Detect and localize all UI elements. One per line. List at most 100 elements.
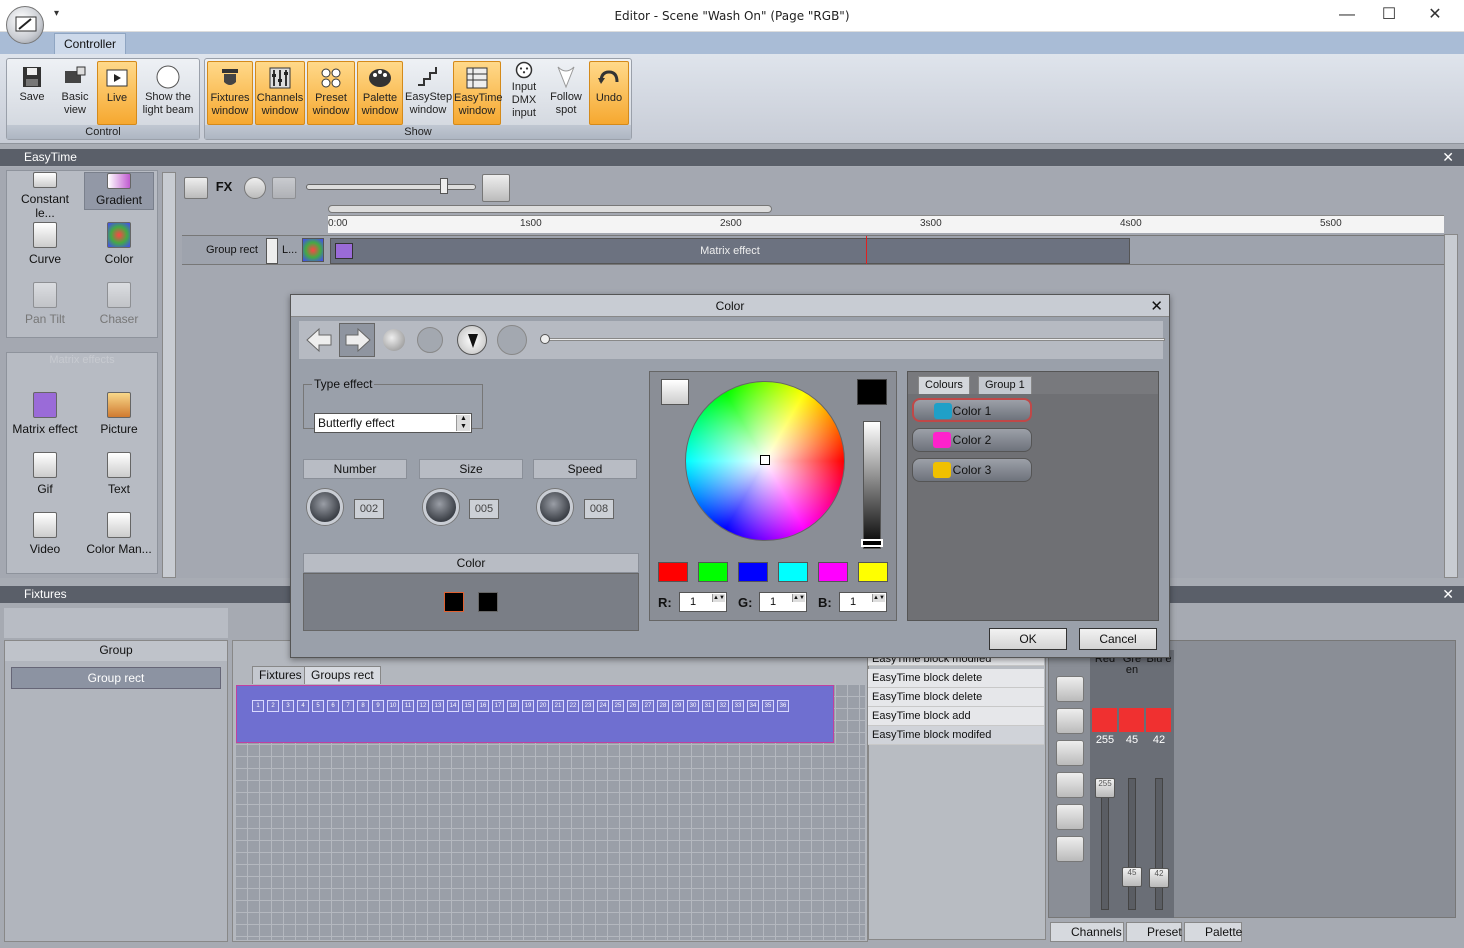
type-effect-select[interactable]: Butterfly effect ▲ ▼ <box>314 413 472 433</box>
tab-controller[interactable]: Controller <box>54 33 127 54</box>
fixture-cell[interactable]: 16 <box>477 700 489 712</box>
color-2-button[interactable]: Color 2 <box>912 428 1032 452</box>
fixtures-close-icon[interactable]: ✕ <box>1442 586 1454 603</box>
tab-channels[interactable]: Channels <box>1050 922 1124 942</box>
timeline-vscrollbar[interactable] <box>1444 234 1458 578</box>
brightness-slider[interactable] <box>863 421 881 549</box>
r-spinbox[interactable]: 1 <box>679 592 727 612</box>
g-spinbox[interactable]: 1 <box>759 592 807 612</box>
palette-pan-tilt[interactable]: Pan Tilt <box>10 282 80 326</box>
export-icon[interactable] <box>272 177 296 199</box>
fader-track[interactable] <box>1155 778 1163 910</box>
dialog-close-icon[interactable]: ✕ <box>1150 297 1163 315</box>
swatch-cyan[interactable] <box>778 562 808 582</box>
b-spinbox[interactable]: 1 <box>839 592 887 612</box>
tab-preset[interactable]: Preset <box>1126 922 1182 942</box>
basic-view-button[interactable]: Basic view <box>55 61 95 125</box>
fader-knob-green[interactable]: 45 <box>1122 866 1142 887</box>
tab-palette[interactable]: Palette <box>1184 922 1242 942</box>
gear-icon[interactable] <box>244 177 266 199</box>
channels-window-button[interactable]: Channels window <box>255 61 305 125</box>
minimize-button[interactable]: — <box>1324 4 1370 28</box>
easystep-window-button[interactable]: EasyStep window <box>405 61 452 125</box>
tab-groups-rect[interactable]: Groups rect <box>304 666 381 684</box>
number-value[interactable]: 002 <box>354 499 384 519</box>
palette-gif[interactable]: Gif <box>10 452 80 496</box>
fixture-cell[interactable]: 20 <box>537 700 549 712</box>
palette-window-button[interactable]: Palette window <box>357 61 403 125</box>
fixture-cell[interactable]: 6 <box>327 700 339 712</box>
group-selection[interactable] <box>236 685 834 743</box>
fx-icon[interactable]: FX <box>212 177 236 199</box>
fixture-cell[interactable]: 22 <box>567 700 579 712</box>
list-item[interactable]: EasyTime block delete <box>868 688 1044 707</box>
palette-matrix-effect[interactable]: Matrix effect <box>10 392 80 436</box>
color-wheel-icon[interactable] <box>383 329 405 351</box>
cancel-button[interactable]: Cancel <box>1079 628 1157 650</box>
fixtures-window-button[interactable]: Fixtures window <box>207 61 253 125</box>
position-slider-thumb[interactable] <box>540 334 550 344</box>
fixture-cell[interactable]: 24 <box>597 700 609 712</box>
tab-colours[interactable]: Colours <box>918 376 970 394</box>
fixture-cell[interactable]: 36 <box>777 700 789 712</box>
swatch-magenta[interactable] <box>818 562 848 582</box>
fixture-cell[interactable]: 4 <box>297 700 309 712</box>
speed-knob[interactable] <box>537 489 573 525</box>
fixture-cell[interactable]: 12 <box>417 700 429 712</box>
zoom-slider[interactable] <box>306 184 476 190</box>
color-wheel-cursor[interactable] <box>760 455 770 465</box>
timeline-scrollbar[interactable] <box>328 205 772 213</box>
fixture-cell[interactable]: 31 <box>702 700 714 712</box>
fixture-cell[interactable]: 27 <box>642 700 654 712</box>
stop-icon[interactable] <box>497 325 527 355</box>
align-left-icon[interactable] <box>550 177 574 199</box>
palette-gradient[interactable]: Gradient <box>84 172 154 210</box>
brightness-slider-thumb[interactable] <box>861 539 883 547</box>
fixture-cell[interactable]: 9 <box>372 700 384 712</box>
palette-constant-level[interactable]: Constant le... <box>10 172 80 220</box>
fixture-cell[interactable]: 8 <box>357 700 369 712</box>
align-right-icon[interactable] <box>520 177 544 199</box>
faders-icon[interactable] <box>1056 708 1084 734</box>
fixture-cell[interactable]: 19 <box>522 700 534 712</box>
fixture-cell[interactable]: 14 <box>447 700 459 712</box>
swatch-green[interactable] <box>698 562 728 582</box>
dmx-input-button[interactable]: Input DMX input <box>503 61 545 125</box>
undo-button[interactable]: Undo <box>589 61 629 125</box>
size-value[interactable]: 005 <box>469 499 499 519</box>
fixture-cell[interactable]: 29 <box>672 700 684 712</box>
swatch-blue[interactable] <box>738 562 768 582</box>
live-button[interactable]: Live <box>97 61 137 125</box>
light-beam-button[interactable]: Show the light beam <box>139 61 197 125</box>
fader-knob-red[interactable]: 255 <box>1095 778 1115 798</box>
palette-chaser[interactable]: Chaser <box>84 282 154 326</box>
matrix-effect-block[interactable]: Matrix effect <box>330 238 1130 264</box>
quick-access-dropdown[interactable]: ▾ <box>54 8 59 19</box>
eyedropper-icon[interactable] <box>661 379 689 405</box>
swatch-red[interactable] <box>658 562 688 582</box>
direction-down-icon[interactable] <box>457 325 487 355</box>
power-icon[interactable] <box>1056 676 1084 702</box>
size-knob[interactable] <box>423 489 459 525</box>
fixture-cell[interactable]: 23 <box>582 700 594 712</box>
easytime-window-button[interactable]: EasyTime window <box>453 61 503 125</box>
palette-text[interactable]: Text <box>84 452 154 496</box>
fixture-cell[interactable]: 25 <box>612 700 624 712</box>
track-lock-icon[interactable] <box>266 238 278 264</box>
fixture-cell[interactable]: 13 <box>432 700 444 712</box>
play-icon[interactable] <box>184 177 208 199</box>
palette-color[interactable]: Color <box>84 222 154 266</box>
color-1-button[interactable]: Color 1 <box>912 398 1032 422</box>
fixture-cell[interactable]: 21 <box>552 700 564 712</box>
list-item[interactable]: EasyTime block delete <box>868 669 1044 688</box>
palette-curve[interactable]: Curve <box>10 222 80 266</box>
curve-edit-icon[interactable] <box>1056 804 1084 830</box>
fixture-cell[interactable]: 33 <box>732 700 744 712</box>
number-knob[interactable] <box>307 489 343 525</box>
follow-spot-button[interactable]: Follow spot <box>545 61 587 125</box>
fixture-cell[interactable]: 34 <box>747 700 759 712</box>
fixture-cell[interactable]: 28 <box>657 700 669 712</box>
fixture-cell[interactable]: 35 <box>762 700 774 712</box>
curve-edit-2-icon[interactable] <box>1056 836 1084 862</box>
magnet-icon[interactable] <box>482 174 510 202</box>
